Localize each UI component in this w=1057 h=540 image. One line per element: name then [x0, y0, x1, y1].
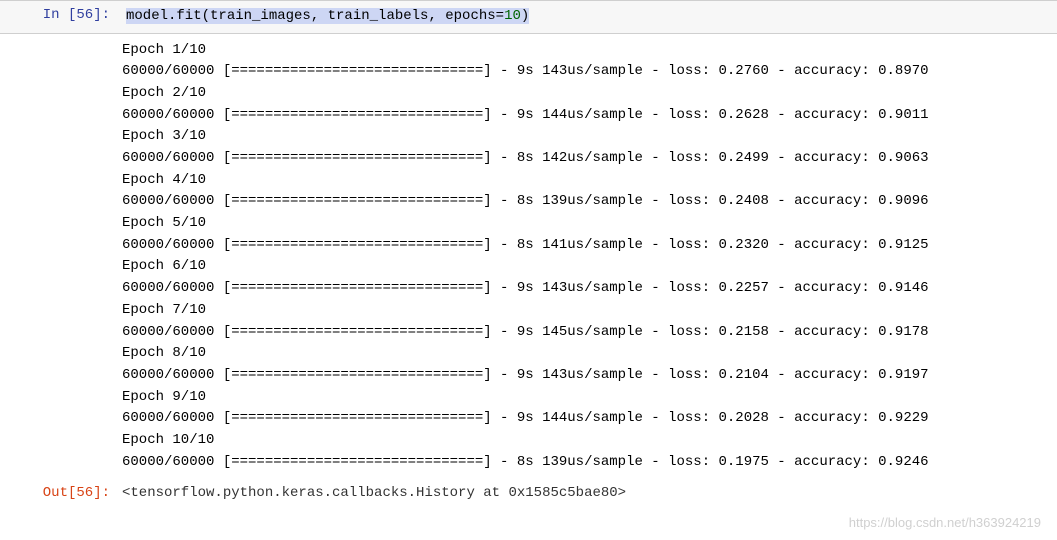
- code-input-area[interactable]: model.fit(train_images, train_labels, ep…: [120, 5, 1057, 29]
- code-token-suffix: ): [521, 8, 529, 24]
- code-token-call: model.fit(train_images, train_labels, ep…: [126, 8, 496, 24]
- notebook-cell: In [56]: model.fit(train_images, train_l…: [0, 0, 1057, 508]
- notebook-cell-container: In [56]: model.fit(train_images, train_l…: [0, 0, 1057, 540]
- execution-result[interactable]: <tensorflow.python.keras.callbacks.Histo…: [120, 483, 1057, 504]
- stdout-prompt-spacer: [0, 40, 120, 42]
- input-prompt: In [56]:: [0, 5, 120, 23]
- cell-result-row: Out[56]: <tensorflow.python.keras.callba…: [0, 475, 1057, 508]
- watermark-text: https://blog.csdn.net/h363924219: [849, 515, 1041, 530]
- code-token-number: 10: [504, 8, 521, 24]
- cell-input-row: In [56]: model.fit(train_images, train_l…: [0, 0, 1057, 34]
- stdout-output[interactable]: Epoch 1/10 60000/60000 [================…: [120, 40, 1057, 474]
- code-selection[interactable]: model.fit(train_images, train_labels, ep…: [126, 8, 529, 24]
- cell-stdout-row: Epoch 1/10 60000/60000 [================…: [0, 34, 1057, 476]
- output-prompt: Out[56]:: [0, 483, 120, 501]
- code-token-equals: =: [496, 8, 504, 24]
